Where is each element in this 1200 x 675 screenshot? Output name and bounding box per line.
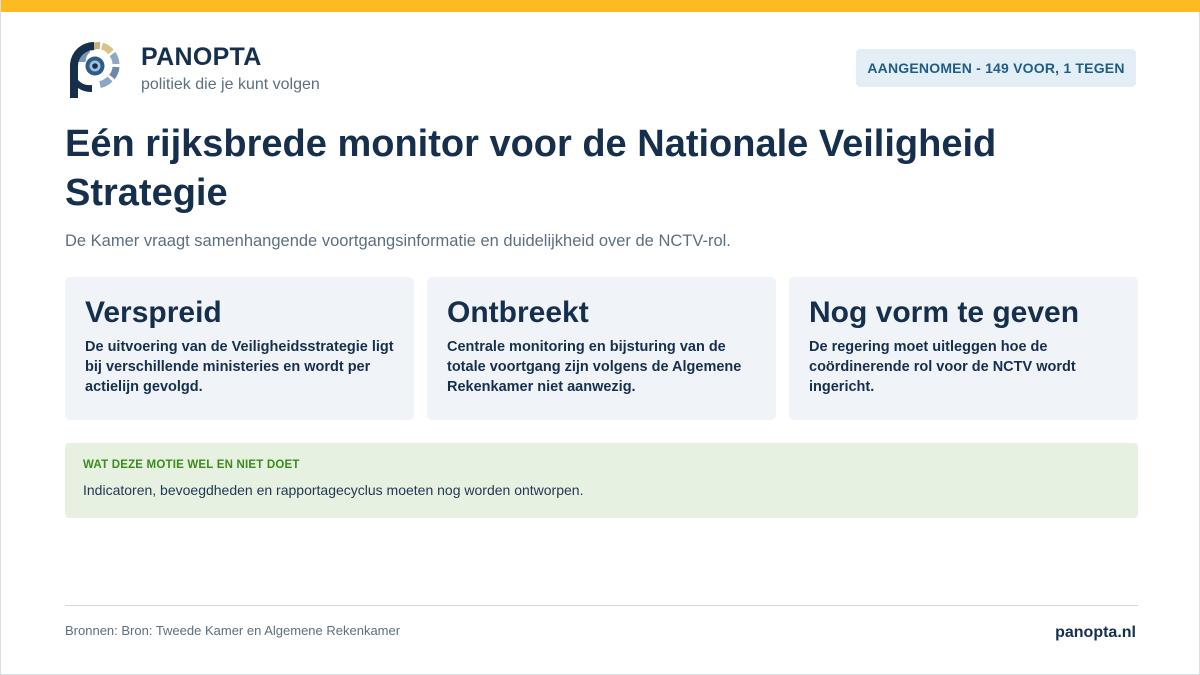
summary-card: Nog vorm te geven De regering moet uitle… [789, 277, 1138, 420]
summary-cards: Verspreid De uitvoering van de Veilighei… [65, 277, 1138, 420]
brand-header: PANOPTA politiek die je kunt volgen [65, 40, 320, 100]
card-body: De uitvoering van de Veiligheidsstrategi… [85, 339, 394, 395]
note-text: Indicatoren, bevoegdheden en rapportagec… [83, 482, 584, 498]
panopta-logo-icon [70, 41, 120, 98]
summary-card: Verspreid De uitvoering van de Veilighei… [65, 277, 414, 420]
card-title: Nog vorm te geven [809, 296, 1080, 329]
vote-status-badge: AANGENOMEN - 149 VOOR, 1 TEGEN [856, 49, 1136, 87]
accent-top-bar [1, 0, 1200, 12]
card-body: Centrale monitoring en bijsturing van de… [447, 339, 742, 395]
card-body: De regering moet uitleggen hoe de coördi… [809, 339, 1076, 395]
motion-scope-note: WAT DEZE MOTIE WEL EN NIET DOET Indicato… [65, 443, 1138, 518]
footer-divider [65, 605, 1138, 606]
brand-tagline: politiek die je kunt volgen [141, 76, 320, 93]
share-card: PANOPTA politiek die je kunt volgen AANG… [0, 0, 1200, 675]
brand-name: PANOPTA [141, 43, 262, 71]
page-subtitle: De Kamer vraagt samenhangende voortgangs… [65, 232, 731, 250]
card-title: Ontbreekt [447, 296, 589, 329]
summary-card: Ontbreekt Centrale monitoring en bijstur… [427, 277, 776, 420]
note-label: WAT DEZE MOTIE WEL EN NIET DOET [83, 459, 300, 471]
footer-sources: Bronnen: Bron: Tweede Kamer en Algemene … [65, 623, 401, 638]
page-title: Eén rijksbrede monitor voor de Nationale… [65, 123, 997, 214]
footer-site-link[interactable]: panopta.nl [1055, 623, 1136, 643]
card-title: Verspreid [85, 296, 222, 329]
